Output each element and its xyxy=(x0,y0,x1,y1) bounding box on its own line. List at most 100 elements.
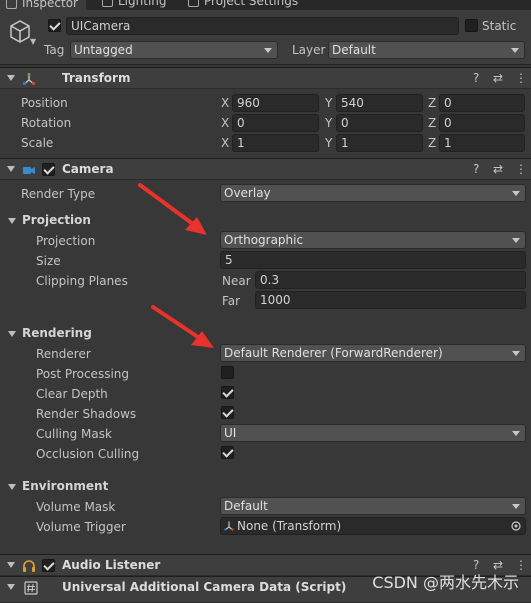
tab-lighting[interactable]: Lighting xyxy=(96,0,175,10)
scale-label: Scale xyxy=(21,136,54,150)
clipping-planes-label: Clipping Planes xyxy=(36,274,128,288)
projection-label: Projection xyxy=(36,234,96,248)
annotation-arrow-projection xyxy=(138,183,207,235)
near-field[interactable]: 0.3 xyxy=(255,271,526,289)
clear-depth-label: Clear Depth xyxy=(36,387,108,401)
culling-mask-dropdown[interactable]: UI xyxy=(220,424,526,442)
rotation-x-axis: X xyxy=(221,116,230,130)
clear-depth-checkbox[interactable] xyxy=(221,386,234,399)
tag-dropdown[interactable]: Untagged xyxy=(70,41,278,59)
position-x-axis: X xyxy=(221,96,230,110)
size-field[interactable]: 5 xyxy=(220,251,526,269)
presets-icon[interactable]: ⇄ xyxy=(493,71,503,85)
post-processing-label: Post Processing xyxy=(36,367,129,381)
volume-trigger-field[interactable]: None (Transform) xyxy=(220,517,526,535)
gameobject-cube-icon xyxy=(10,20,30,43)
position-z-axis: Z xyxy=(428,96,437,110)
camera-tools: ? ⇄ ⋮ xyxy=(473,162,527,178)
rotation-y-axis: Y xyxy=(325,116,333,130)
help-icon[interactable]: ? xyxy=(473,71,479,85)
camera-fold-icon[interactable] xyxy=(7,166,15,172)
transform-title: Transform xyxy=(62,71,131,85)
tab-inspector-label: Inspector xyxy=(22,0,78,10)
additional-data-fold-icon[interactable] xyxy=(7,584,15,590)
transform-fold-icon[interactable] xyxy=(7,75,15,81)
camera-component-header[interactable]: Camera ? ⇄ ⋮ xyxy=(0,158,531,180)
help-icon[interactable]: ? xyxy=(473,162,479,176)
object-picker-icon[interactable] xyxy=(511,521,521,531)
transform-component-header[interactable]: Transform ? ⇄ ⋮ xyxy=(0,67,531,89)
render-type-dropdown[interactable]: Overlay xyxy=(220,184,526,202)
scale-x-field[interactable]: 1 xyxy=(232,134,319,152)
transform-tools: ? ⇄ ⋮ xyxy=(473,71,527,87)
transform-icon xyxy=(22,72,36,86)
tab-project-settings[interactable]: Project Settings xyxy=(182,0,306,10)
inspector-icon xyxy=(6,0,17,9)
render-type-label: Render Type xyxy=(21,187,96,201)
renderer-dropdown[interactable]: Default Renderer (ForwardRenderer) xyxy=(220,344,526,362)
position-x-field[interactable]: 960 xyxy=(232,94,319,112)
projection-section-title: Projection xyxy=(22,213,91,227)
additional-data-title: Universal Additional Camera Data (Script… xyxy=(62,580,347,594)
layer-label: Layer xyxy=(292,43,326,57)
static-checkbox[interactable] xyxy=(465,19,478,32)
projection-dropdown[interactable]: Orthographic xyxy=(220,231,526,249)
audio-listener-title: Audio Listener xyxy=(62,558,161,572)
environment-section-title: Environment xyxy=(22,479,109,493)
tab-lighting-label: Lighting xyxy=(118,0,167,8)
scale-x-axis: X xyxy=(221,136,230,150)
component-menu-icon[interactable]: ⋮ xyxy=(515,162,527,176)
scale-z-field[interactable]: 1 xyxy=(439,134,525,152)
rendering-section-title: Rendering xyxy=(22,326,92,340)
render-shadows-checkbox[interactable] xyxy=(221,406,234,419)
volume-mask-label: Volume Mask xyxy=(36,500,116,514)
projection-fold-icon[interactable] xyxy=(8,218,16,224)
rendering-fold-icon[interactable] xyxy=(8,331,16,337)
size-label: Size xyxy=(36,254,61,268)
gameobject-active-checkbox[interactable] xyxy=(48,19,61,32)
annotation-arrow-renderer xyxy=(151,305,214,348)
position-z-field[interactable]: 0 xyxy=(439,94,525,112)
rotation-label: Rotation xyxy=(21,116,72,130)
position-label: Position xyxy=(21,96,68,110)
audio-listener-enabled-checkbox[interactable] xyxy=(42,559,55,572)
render-shadows-label: Render Shadows xyxy=(36,407,137,421)
culling-mask-label: Culling Mask xyxy=(36,427,112,441)
gameobject-header: ▼ UICamera Static Tag Untagged Layer Def… xyxy=(0,10,531,65)
icon-dropdown-arrow-icon[interactable]: ▼ xyxy=(30,37,36,46)
occlusion-culling-checkbox[interactable] xyxy=(221,446,234,459)
environment-fold-icon[interactable] xyxy=(8,484,16,490)
presets-icon[interactable]: ⇄ xyxy=(493,162,503,176)
camera-enabled-checkbox[interactable] xyxy=(42,163,55,176)
far-field[interactable]: 1000 xyxy=(255,291,526,309)
layer-dropdown[interactable]: Default xyxy=(328,41,525,59)
settings-icon xyxy=(188,0,199,7)
tag-label: Tag xyxy=(44,43,65,57)
script-icon xyxy=(24,581,38,595)
position-y-axis: Y xyxy=(325,96,333,110)
component-menu-icon[interactable]: ⋮ xyxy=(515,71,527,85)
position-y-field[interactable]: 540 xyxy=(336,94,423,112)
rotation-z-field[interactable]: 0 xyxy=(439,114,525,132)
headphones-icon xyxy=(23,560,35,572)
tab-project-settings-label: Project Settings xyxy=(204,0,299,8)
rotation-x-field[interactable]: 0 xyxy=(232,114,319,132)
volume-trigger-label: Volume Trigger xyxy=(36,520,126,534)
scale-y-field[interactable]: 1 xyxy=(336,134,423,152)
tab-inspector[interactable]: Inspector xyxy=(0,0,86,10)
post-processing-checkbox[interactable] xyxy=(221,366,234,379)
watermark-text: CSDN @两水先木示 xyxy=(372,573,519,592)
environment-section-header[interactable]: Environment xyxy=(0,478,200,496)
gameobject-name-field[interactable]: UICamera xyxy=(66,17,459,35)
rotation-y-field[interactable]: 0 xyxy=(336,114,423,132)
audio-listener-fold-icon[interactable] xyxy=(7,562,15,568)
camera-title: Camera xyxy=(62,162,114,176)
lighting-icon xyxy=(102,0,113,7)
rotation-z-axis: Z xyxy=(428,116,437,130)
volume-trigger-value: None (Transform) xyxy=(237,519,342,533)
scale-y-axis: Y xyxy=(325,136,333,150)
renderer-label: Renderer xyxy=(36,347,91,361)
volume-mask-dropdown[interactable]: Default xyxy=(220,497,526,515)
transform-small-icon xyxy=(224,521,234,531)
static-label: Static xyxy=(482,19,517,33)
